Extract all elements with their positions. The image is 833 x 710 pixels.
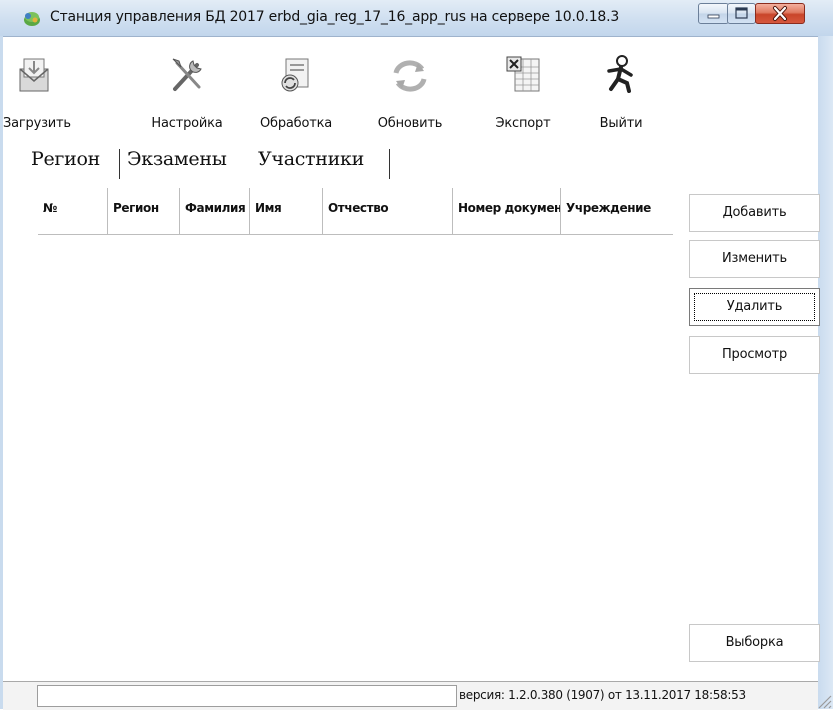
database-app-icon — [24, 12, 40, 26]
column-header-patronymic[interactable]: Отчество — [323, 188, 453, 235]
processing-icon — [281, 58, 309, 92]
version-text: версия: 1.2.0.380 (1907) от 13.11.2017 1… — [459, 688, 746, 702]
delete-button-label: Удалить — [726, 299, 783, 314]
exit-label: Выйти — [599, 116, 643, 131]
settings-label: Настройка — [151, 116, 223, 131]
column-header-institution[interactable]: Учреждение — [561, 188, 673, 235]
resize-grip-icon[interactable] — [813, 690, 833, 710]
maximize-button[interactable] — [727, 3, 756, 24]
minimize-icon — [707, 14, 720, 19]
refresh-icon — [393, 60, 427, 92]
add-button-label: Добавить — [722, 205, 787, 220]
tab-region[interactable]: Регион — [31, 148, 100, 170]
column-header-number[interactable]: № — [38, 188, 108, 235]
refresh-button[interactable]: Обновить — [364, 37, 456, 137]
status-panel — [37, 685, 457, 707]
tab-divider — [389, 149, 390, 179]
refresh-label: Обновить — [377, 116, 443, 131]
minimize-button[interactable] — [698, 3, 729, 24]
toolbar: Загрузить Настройка Обработка Обновить Э… — [3, 37, 818, 137]
export-label: Экспорт — [495, 116, 551, 131]
delete-button[interactable]: Удалить — [689, 288, 820, 326]
maximize-icon — [735, 7, 748, 19]
selection-button-label: Выборка — [725, 635, 784, 650]
view-button-label: Просмотр — [721, 347, 788, 362]
settings-button[interactable]: Настройка — [141, 37, 233, 137]
tab-participants[interactable]: Участники — [258, 148, 364, 170]
column-header-region[interactable]: Регион — [108, 188, 180, 235]
tab-exams[interactable]: Экзамены — [127, 148, 227, 170]
excel-export-icon — [506, 56, 540, 92]
close-button[interactable] — [755, 3, 805, 24]
tab-divider — [119, 149, 120, 179]
settings-tools-icon — [172, 58, 202, 91]
edit-button[interactable]: Изменить — [689, 240, 820, 278]
exit-runner-icon — [607, 55, 633, 93]
column-header-surname[interactable]: Фамилия — [180, 188, 250, 235]
window-right-border — [818, 36, 833, 709]
close-icon — [773, 6, 787, 21]
window-title: Станция управления БД 2017 erbd_gia_reg_… — [50, 9, 620, 25]
column-header-name[interactable]: Имя — [250, 188, 323, 235]
participants-table[interactable]: № Регион Фамилия Имя Отчество Номер доку… — [38, 188, 678, 235]
load-label: Загрузить — [3, 116, 71, 131]
load-icon — [19, 58, 49, 92]
load-button[interactable]: Загрузить — [3, 37, 71, 137]
selection-button[interactable]: Выборка — [689, 624, 820, 662]
processing-label: Обработка — [259, 116, 333, 131]
column-header-document-number[interactable]: Номер документа — [453, 188, 561, 235]
exit-button[interactable]: Выйти — [575, 37, 667, 137]
processing-button[interactable]: Обработка — [250, 37, 342, 137]
export-button[interactable]: Экспорт — [477, 37, 569, 137]
status-bar: версия: 1.2.0.380 (1907) от 13.11.2017 1… — [3, 681, 832, 710]
title-bar[interactable]: Станция управления БД 2017 erbd_gia_reg_… — [0, 0, 833, 37]
add-button[interactable]: Добавить — [689, 194, 820, 232]
view-button[interactable]: Просмотр — [689, 336, 820, 374]
edit-button-label: Изменить — [721, 251, 788, 266]
app-window: Станция управления БД 2017 erbd_gia_reg_… — [0, 0, 833, 710]
